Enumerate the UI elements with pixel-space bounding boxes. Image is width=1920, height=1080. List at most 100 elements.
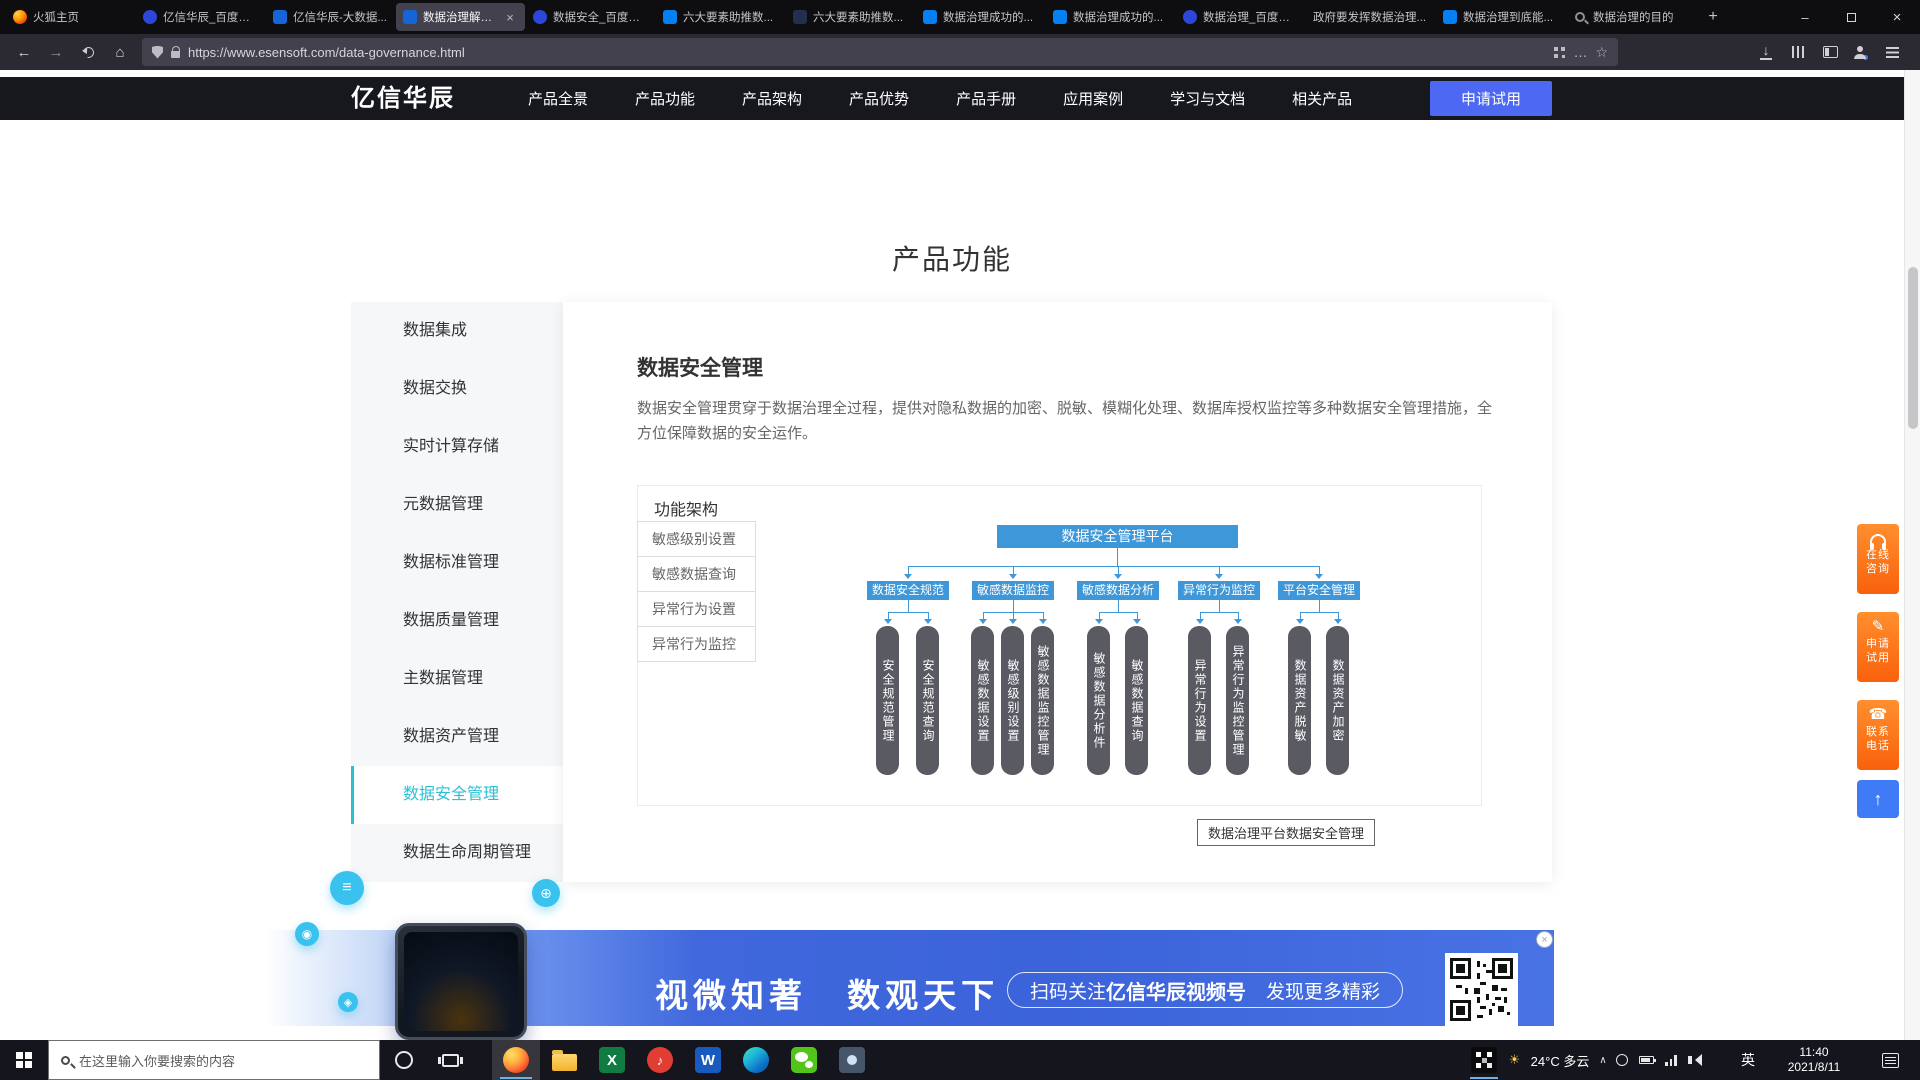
address-bar[interactable]: https://www.esensoft.com/data-governance… <box>142 38 1618 66</box>
taskbar-wechat-button[interactable] <box>780 1040 828 1080</box>
shield-icon[interactable] <box>152 46 163 59</box>
follow-pill[interactable]: 扫码关注 亿信华辰视频号 发现更多精彩 <box>1007 972 1403 1008</box>
diagram-view-tab[interactable]: 敏感级别设置 <box>637 521 756 557</box>
banner-close-button[interactable]: × <box>1536 931 1553 948</box>
browser-tab-active[interactable]: 数据治理解决方...× <box>396 3 525 31</box>
back-to-top-button[interactable]: ↑ <box>1857 780 1899 818</box>
taskbar-firefox-button[interactable] <box>492 1040 540 1080</box>
phone-icon: ☎ <box>1869 707 1888 722</box>
taskbar-app-button[interactable] <box>828 1040 876 1080</box>
battery-icon[interactable] <box>1639 1056 1654 1064</box>
browser-tab[interactable]: 数据治理成功的... <box>1046 3 1175 31</box>
browser-tab[interactable]: 数据安全_百度百... <box>526 3 655 31</box>
scrollbar[interactable] <box>1904 70 1920 1040</box>
sidebar-item[interactable]: 数据生命周期管理 <box>351 824 563 882</box>
new-tab-button[interactable]: + <box>1700 5 1726 29</box>
diagram-view-tab[interactable]: 敏感数据查询 <box>637 556 756 592</box>
float-bubble-diamond-icon: ◈ <box>338 992 358 1012</box>
sidebar-button[interactable] <box>1816 38 1844 66</box>
browser-tab[interactable]: 政府要发挥数据治理... <box>1306 3 1435 31</box>
browser-tab[interactable]: 亿信华辰_百度搜... <box>136 3 265 31</box>
network-signal-icon[interactable] <box>1665 1055 1677 1066</box>
browser-tab[interactable]: 亿信华辰-大数据... <box>266 3 395 31</box>
diagram-view-tab[interactable]: 异常行为监控 <box>637 626 756 662</box>
contact-phone-button[interactable]: ☎ 联系电话 <box>1857 700 1899 770</box>
page-actions-icon[interactable]: … <box>1573 44 1587 60</box>
tab-title: 六大要素助推数... <box>813 9 908 25</box>
account-button[interactable] <box>1846 38 1874 66</box>
start-button[interactable] <box>0 1040 48 1080</box>
apply-trial-float-button[interactable]: ✎ 申请试用 <box>1857 612 1899 682</box>
refresh-button[interactable] <box>74 38 102 66</box>
browser-tab[interactable]: 火狐主页 <box>6 3 135 31</box>
panel-title: 功能架构 <box>654 496 718 520</box>
float-button-label: 在线咨询 <box>1865 548 1891 576</box>
arrow-down-icon <box>1334 619 1342 624</box>
nav-item[interactable]: 产品功能 <box>635 88 695 109</box>
menu-button[interactable] <box>1878 38 1906 66</box>
sidebar-item[interactable]: 数据质量管理 <box>351 592 563 650</box>
qr-grid-icon[interactable] <box>1554 47 1565 58</box>
tab-close-icon[interactable]: × <box>502 9 518 25</box>
sidebar-item[interactable]: 数据标准管理 <box>351 534 563 592</box>
ime-indicator[interactable]: 英 <box>1734 1040 1762 1080</box>
browser-tab[interactable]: 数据治理到底能... <box>1436 3 1565 31</box>
forward-button[interactable]: → <box>42 38 70 66</box>
sidebar-item[interactable]: 数据交换 <box>351 360 563 418</box>
nav-item[interactable]: 产品全景 <box>528 88 588 109</box>
nav-item[interactable]: 产品手册 <box>956 88 1016 109</box>
sidebar-item[interactable]: 数据集成 <box>351 302 563 360</box>
sidebar-item[interactable]: 主数据管理 <box>351 650 563 708</box>
taskbar-excel-button[interactable]: X <box>588 1040 636 1080</box>
sidebar-item-active[interactable]: 数据安全管理 <box>351 766 563 824</box>
nav-item[interactable]: 产品优势 <box>849 88 909 109</box>
taskbar-clock[interactable]: 11:40 2021/8/11 <box>1768 1040 1860 1080</box>
arrow-down-icon <box>1095 619 1103 624</box>
sidebar-item[interactable]: 数据资产管理 <box>351 708 563 766</box>
home-button[interactable]: ⌂ <box>106 38 134 66</box>
site-logo[interactable]: 亿信华辰 <box>351 77 455 120</box>
arrow-down-icon <box>1234 619 1242 624</box>
excel-icon: X <box>599 1047 625 1073</box>
library-button[interactable] <box>1784 38 1812 66</box>
nav-item[interactable]: 产品架构 <box>742 88 802 109</box>
download-button[interactable]: ↓ <box>1752 38 1780 66</box>
browser-tab[interactable]: 六大要素助推数... <box>786 3 915 31</box>
taskbar-music-button[interactable]: ♪ <box>636 1040 684 1080</box>
phone-screen <box>404 932 518 1031</box>
taskbar-weather[interactable]: ☀ 24°C 多云 <box>1506 1040 1592 1080</box>
task-view-button[interactable] <box>428 1040 472 1080</box>
chevron-up-icon: ∧ <box>1599 1055 1606 1066</box>
sidebar-item[interactable]: 元数据管理 <box>351 476 563 534</box>
taskbar-search[interactable]: 在这里输入你要搜索的内容 <box>48 1040 380 1080</box>
minimize-button[interactable]: – <box>1782 0 1828 34</box>
taskbar-explorer-button[interactable] <box>540 1040 588 1080</box>
scrollbar-thumb[interactable] <box>1908 267 1918 429</box>
nav-item[interactable]: 相关产品 <box>1292 88 1352 109</box>
taskbar-word-button[interactable]: W <box>684 1040 732 1080</box>
nav-item[interactable]: 应用案例 <box>1063 88 1123 109</box>
phone-image <box>395 923 527 1040</box>
tray-circle-icon[interactable] <box>1616 1054 1628 1066</box>
action-center-button[interactable] <box>1868 1040 1912 1080</box>
sidebar-item[interactable]: 实时计算存储 <box>351 418 563 476</box>
apply-trial-button[interactable]: 申请试用 <box>1430 81 1552 116</box>
tray-expand-button[interactable]: ∧ <box>1592 1040 1614 1080</box>
browser-tab[interactable]: 数据治理成功的... <box>916 3 1045 31</box>
back-button[interactable]: ← <box>10 38 38 66</box>
nav-item[interactable]: 学习与文档 <box>1170 88 1245 109</box>
diagram-view-tab[interactable]: 异常行为设置 <box>637 591 756 627</box>
close-button[interactable]: × <box>1874 0 1920 34</box>
browser-tab[interactable]: 数据治理_百度百... <box>1176 3 1305 31</box>
volume-icon[interactable] <box>1688 1056 1692 1064</box>
browser-tab[interactable]: 六大要素助推数... <box>656 3 785 31</box>
maximize-button[interactable] <box>1828 0 1874 34</box>
taskbar-scanner-app-button[interactable] <box>1462 1040 1506 1080</box>
online-consult-button[interactable]: 在线咨询 <box>1857 524 1899 594</box>
lock-icon[interactable] <box>171 51 180 58</box>
taskbar-edge-button[interactable] <box>732 1040 780 1080</box>
bookmark-star-icon[interactable]: ☆ <box>1595 44 1608 61</box>
browser-tab[interactable]: 数据治理的目的 <box>1566 3 1695 31</box>
cortana-button[interactable] <box>384 1040 424 1080</box>
arrow-down-icon <box>1009 619 1017 624</box>
